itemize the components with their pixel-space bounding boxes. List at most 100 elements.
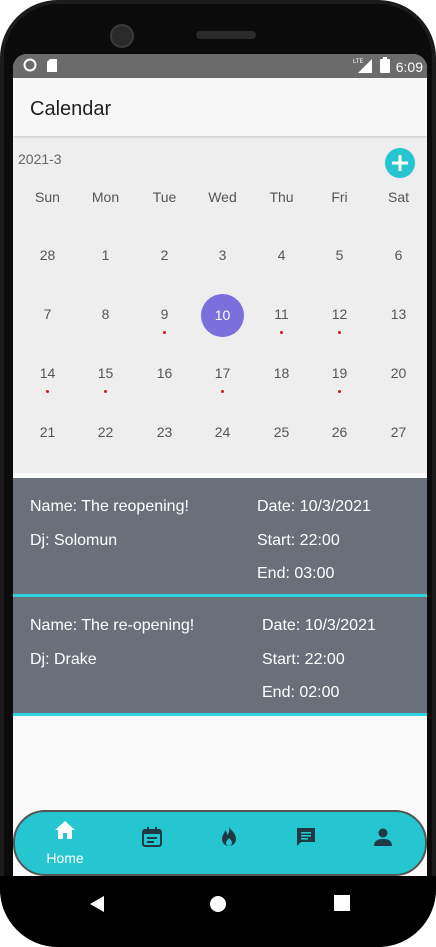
event-indicator-dot — [163, 331, 166, 334]
calendar-day[interactable]: 11 — [252, 294, 311, 353]
page-title: Calendar — [30, 98, 112, 120]
month-label: 2021-3 — [18, 151, 62, 167]
weekday-label: Tue — [152, 189, 177, 205]
event-indicator-dot — [46, 390, 49, 393]
status-time: 6:09 — [395, 58, 423, 75]
event-date: Date: 10/3/2021 — [257, 498, 371, 515]
day-number: 14 — [39, 365, 56, 381]
calendar-view: 2021-3 Sun Mon Tue Wed Thu Fri Sat 28 1 2 3 4 5 6 7 8 9… — [13, 139, 427, 473]
calendar-day[interactable]: 7 — [18, 294, 77, 353]
day-number: 19 — [331, 365, 348, 381]
chat-icon — [297, 828, 315, 846]
day-number: 2 — [160, 247, 169, 263]
calendar-day[interactable]: 22 — [76, 412, 135, 471]
day-number: 9 — [160, 306, 169, 322]
nav-calendar[interactable] — [114, 812, 190, 874]
weekday-label: Sun — [35, 189, 60, 205]
event-indicator-dot — [338, 390, 341, 393]
calendar-day[interactable]: 26 — [310, 412, 369, 471]
calendar-day[interactable]: 19 — [310, 353, 369, 412]
calendar-day[interactable]: 9 — [135, 294, 194, 353]
day-number: 3 — [218, 247, 227, 263]
nav-profile[interactable] — [345, 812, 421, 874]
calendar-day[interactable]: 4 — [252, 235, 311, 294]
calendar-day[interactable]: 14 — [18, 353, 77, 412]
calendar-day[interactable]: 13 — [369, 294, 427, 353]
calendar-day[interactable]: 24 — [193, 412, 252, 471]
day-number: 6 — [394, 247, 403, 263]
calendar-day[interactable]: 2 — [135, 235, 194, 294]
event-dj: Dj: Solomun — [30, 532, 118, 549]
weekday-header: Sun Mon Tue Wed Thu Fri Sat — [13, 189, 427, 209]
event-end: End: 02:00 — [262, 684, 340, 701]
day-number: 18 — [273, 365, 290, 381]
calendar-day[interactable]: 5 — [310, 235, 369, 294]
day-number: 8 — [101, 306, 110, 322]
event-indicator-dot — [104, 390, 107, 393]
sync-icon — [23, 58, 37, 77]
plus-icon — [392, 155, 408, 171]
day-number: 21 — [39, 424, 56, 440]
event-end: End: 03:00 — [257, 565, 335, 582]
calendar-day[interactable]: 10 — [193, 294, 252, 353]
calendar-day[interactable]: 21 — [18, 412, 77, 471]
day-number: 1 — [101, 247, 110, 263]
calendar-day[interactable]: 16 — [135, 353, 194, 412]
calendar-day[interactable]: 18 — [252, 353, 311, 412]
calendar-day[interactable]: 6 — [369, 235, 427, 294]
calendar-day[interactable]: 27 — [369, 412, 427, 471]
day-number: 20 — [390, 365, 407, 381]
weekday-label: Wed — [208, 189, 237, 205]
calendar-day[interactable]: 8 — [76, 294, 135, 353]
calendar-day[interactable]: 15 — [76, 353, 135, 412]
event-card[interactable]: Name: The reopening! Dj: Solomun Date: 1… — [13, 478, 427, 597]
status-bar: LTE 6:09 — [13, 54, 427, 78]
back-icon[interactable] — [88, 895, 106, 913]
event-indicator-dot — [221, 390, 224, 393]
calendar-day[interactable]: 12 — [310, 294, 369, 353]
event-name: Name: The reopening! — [30, 498, 189, 515]
calendar-day[interactable]: 3 — [193, 235, 252, 294]
calendar-day[interactable]: 1 — [76, 235, 135, 294]
calendar-icon — [142, 827, 162, 847]
fire-icon — [222, 827, 236, 846]
phone-frame: LTE 6:09 Calendar 2021-3 Sun Mon Tue Wed Thu… — [0, 0, 436, 947]
day-number: 15 — [97, 365, 114, 381]
day-number: 10 — [214, 307, 231, 323]
day-number: 12 — [331, 306, 348, 322]
event-indicator-dot — [280, 331, 283, 334]
calendar-day[interactable]: 28 — [18, 235, 77, 294]
calendar-day[interactable]: 17 — [193, 353, 252, 412]
calendar-day[interactable]: 23 — [135, 412, 194, 471]
event-start: Start: 22:00 — [262, 651, 345, 668]
event-indicator-dot — [338, 331, 341, 334]
person-icon — [374, 828, 392, 846]
day-number: 13 — [390, 306, 407, 322]
earpiece-speaker — [196, 31, 256, 39]
home-circle-icon[interactable] — [209, 895, 227, 913]
nav-home[interactable]: Home — [27, 812, 103, 874]
day-number: 4 — [277, 247, 286, 263]
event-card[interactable]: Name: The re-opening! Dj: Drake Date: 10… — [13, 597, 427, 716]
home-icon — [55, 821, 75, 839]
day-number: 17 — [214, 365, 231, 381]
day-number: 26 — [331, 424, 348, 440]
day-number: 24 — [214, 424, 231, 440]
calendar-day[interactable]: 25 — [252, 412, 311, 471]
weekday-label: Sat — [387, 189, 409, 205]
app-screen: LTE 6:09 Calendar 2021-3 Sun Mon Tue Wed Thu… — [13, 54, 427, 876]
day-number: 27 — [390, 424, 407, 440]
calendar-day[interactable]: 20 — [369, 353, 427, 412]
day-number: 11 — [274, 306, 289, 322]
add-event-button[interactable] — [385, 148, 415, 178]
nav-home-label: Home — [46, 850, 84, 866]
nav-messages[interactable] — [268, 812, 344, 874]
nav-trending[interactable] — [191, 812, 267, 874]
event-dj: Dj: Drake — [30, 651, 97, 668]
weekday-label: Mon — [91, 189, 120, 205]
day-number: 25 — [273, 424, 290, 440]
weekday-label: Fri — [331, 189, 348, 205]
weekday-label: Thu — [269, 189, 294, 205]
day-number: 16 — [156, 365, 173, 381]
recents-icon[interactable] — [334, 895, 350, 911]
